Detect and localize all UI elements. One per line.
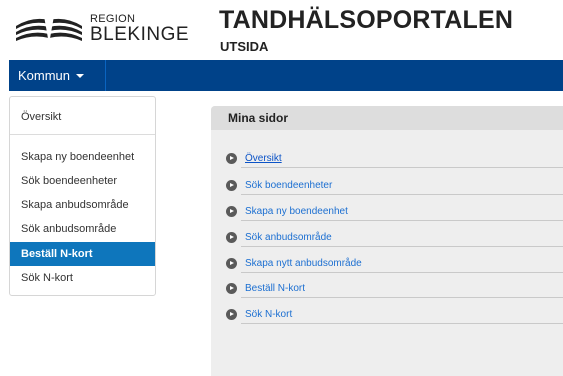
divider bbox=[241, 297, 563, 298]
kommun-menu-label: Kommun bbox=[18, 68, 71, 83]
list-item: Sök boendeenheter bbox=[211, 175, 563, 200]
link-skapa-ny-boendeenhet[interactable]: Skapa ny boendeenhet bbox=[245, 206, 348, 217]
region-name: BLEKINGE bbox=[90, 24, 190, 45]
divider bbox=[241, 323, 563, 324]
top-navbar: Kommun bbox=[9, 60, 563, 91]
menu-divider bbox=[10, 134, 155, 135]
link-skapa-nytt-anbudsomrade[interactable]: Skapa nytt anbudsområde bbox=[245, 258, 362, 269]
caret-down-icon bbox=[76, 73, 85, 78]
sidebar-item-bestall-n-kort[interactable]: Beställ N-kort bbox=[10, 242, 155, 266]
divider bbox=[241, 220, 563, 221]
page-subtitle: UTSIDA bbox=[220, 39, 269, 54]
panel-title: Mina sidor bbox=[228, 111, 289, 125]
list-item: Översikt bbox=[211, 148, 563, 173]
list-item: Sök N-kort bbox=[211, 304, 563, 329]
mina-sidor-panel: Mina sidor Översikt Sök boendeenheter Sk… bbox=[211, 106, 563, 376]
link-sok-anbudsomrade[interactable]: Sök anbudsområde bbox=[245, 232, 332, 243]
sidebar-item-sok-boendeenheter[interactable]: Sök boendeenheter bbox=[10, 169, 155, 193]
play-circle-icon bbox=[226, 180, 237, 191]
play-circle-icon bbox=[226, 309, 237, 320]
sidebar-item-oversikt[interactable]: Översikt bbox=[10, 105, 155, 129]
divider bbox=[241, 167, 563, 168]
link-bestall-n-kort[interactable]: Beställ N-kort bbox=[245, 283, 305, 294]
panel-header: Mina sidor bbox=[211, 106, 563, 130]
page-title: TANDHÄLSOPORTALEN bbox=[219, 6, 514, 34]
kommun-dropdown-menu: Översikt Skapa ny boendeenhet Sök boende… bbox=[9, 96, 156, 296]
play-circle-icon bbox=[226, 258, 237, 269]
divider bbox=[241, 272, 563, 273]
play-circle-icon bbox=[226, 232, 237, 243]
nav-divider bbox=[105, 60, 106, 91]
kommun-menu-button[interactable]: Kommun bbox=[9, 60, 105, 91]
list-item: Beställ N-kort bbox=[211, 278, 563, 303]
sidebar-item-sok-anbudsomrade[interactable]: Sök anbudsområde bbox=[10, 217, 155, 241]
sidebar-item-skapa-ny-boendeenhet[interactable]: Skapa ny boendeenhet bbox=[10, 145, 155, 169]
divider bbox=[241, 194, 563, 195]
play-circle-icon bbox=[226, 153, 237, 164]
divider bbox=[241, 246, 563, 247]
link-sok-boendeenheter[interactable]: Sök boendeenheter bbox=[245, 180, 332, 191]
region-blekinge-logo-icon bbox=[16, 14, 82, 44]
link-oversikt[interactable]: Översikt bbox=[245, 153, 282, 164]
play-circle-icon bbox=[226, 206, 237, 217]
sidebar-item-skapa-anbudsomrade[interactable]: Skapa anbudsområde bbox=[10, 193, 155, 217]
list-item: Sök anbudsområde bbox=[211, 227, 563, 252]
list-item: Skapa nytt anbudsområde bbox=[211, 253, 563, 278]
sidebar-item-sok-n-kort[interactable]: Sök N-kort bbox=[10, 266, 155, 290]
link-sok-n-kort[interactable]: Sök N-kort bbox=[245, 309, 292, 320]
play-circle-icon bbox=[226, 283, 237, 294]
list-item: Skapa ny boendeenhet bbox=[211, 201, 563, 226]
